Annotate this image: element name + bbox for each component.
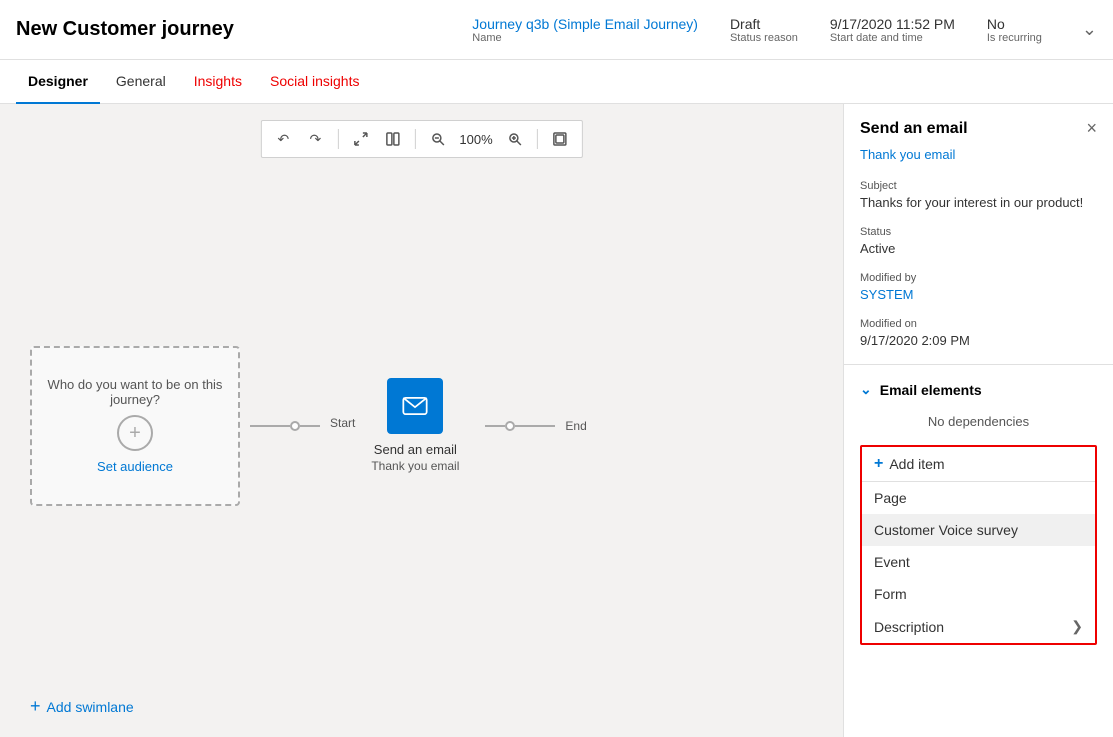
set-audience-link[interactable]: Set audience — [97, 459, 173, 474]
tab-insights[interactable]: Insights — [182, 60, 254, 104]
zoom-in-button[interactable] — [501, 125, 529, 153]
panel-subject-label: Subject — [860, 180, 1097, 192]
recurring-label: Is recurring — [987, 32, 1042, 44]
panel-modified-by-value[interactable]: SYSTEM — [860, 287, 1097, 302]
toolbar-separator-2 — [414, 129, 415, 149]
date-label: Start date and time — [830, 32, 955, 44]
tab-general[interactable]: General — [104, 60, 178, 104]
end-node: End — [565, 419, 586, 433]
tab-social-insights[interactable]: Social insights — [258, 60, 372, 104]
journey-name-value: Journey q3b (Simple Email Journey) — [472, 16, 698, 32]
audience-box[interactable]: Who do you want to be on this journey? +… — [30, 346, 240, 506]
add-audience-button[interactable]: + — [117, 415, 153, 451]
connector-line-4 — [515, 425, 555, 427]
panel-subject-value: Thanks for your interest in our product! — [860, 195, 1097, 210]
date-value: 9/17/2020 11:52 PM — [830, 16, 955, 32]
connector-dot-1 — [290, 421, 300, 431]
add-item-button[interactable]: + Add item — [862, 447, 1095, 482]
start-label: Start — [330, 416, 355, 430]
connector-2 — [485, 421, 555, 431]
dropdown-item-customer-voice-survey[interactable]: Customer Voice survey — [862, 514, 1095, 546]
connector-line-2 — [300, 425, 320, 427]
email-elements-section[interactable]: ⌄ Email elements — [844, 373, 1113, 406]
email-node-label: Send an email — [374, 442, 457, 457]
connector-line-1 — [250, 425, 290, 427]
no-dependencies-text: No dependencies — [844, 406, 1113, 437]
chevron-down-icon: ⌄ — [860, 381, 872, 398]
email-node-sublabel: Thank you email — [371, 459, 459, 473]
dropdown-item-description-label: Description — [874, 619, 944, 635]
close-icon[interactable]: × — [1086, 118, 1097, 139]
add-item-plus-icon: + — [874, 455, 883, 473]
dropdown-item-form-label: Form — [874, 586, 907, 602]
email-elements-label: Email elements — [880, 382, 982, 398]
tab-bar: Designer General Insights Social insight… — [0, 60, 1113, 104]
expand-button[interactable] — [346, 125, 374, 153]
dropdown-item-event[interactable]: Event — [862, 546, 1095, 578]
header-date: 9/17/2020 11:52 PM Start date and time — [830, 16, 955, 44]
page-title: New Customer journey — [16, 18, 234, 41]
fit-button[interactable] — [546, 125, 574, 153]
email-node[interactable]: Send an email Thank you email — [371, 378, 459, 473]
header-name: Journey q3b (Simple Email Journey) Name — [472, 16, 698, 44]
end-label: End — [565, 419, 586, 433]
canvas: ↶ ↷ — [0, 104, 843, 737]
recurring-value: No — [987, 16, 1042, 32]
main-content: ↶ ↷ — [0, 104, 1113, 737]
right-panel: Send an email × Thank you email Subject … — [843, 104, 1113, 737]
panel-header: Send an email × — [844, 104, 1113, 147]
toolbar-separator-3 — [537, 129, 538, 149]
connector-dot-2 — [505, 421, 515, 431]
panel-modified-on-field: Modified on 9/17/2020 2:09 PM — [844, 310, 1113, 356]
panel-status-value: Active — [860, 241, 1097, 256]
journey-name-label: Name — [472, 32, 698, 44]
canvas-toolbar: ↶ ↷ — [260, 120, 582, 158]
audience-text: Who do you want to be on this journey? — [32, 377, 238, 407]
panel-title: Send an email — [860, 120, 968, 138]
journey-flow: Who do you want to be on this journey? +… — [30, 174, 813, 677]
panel-modified-by-field: Modified by SYSTEM — [844, 264, 1113, 310]
toolbar-separator-1 — [337, 129, 338, 149]
email-node-group: Send an email Thank you email — [371, 378, 459, 473]
add-swimlane-button[interactable]: + Add swimlane — [30, 696, 134, 717]
header-meta: Journey q3b (Simple Email Journey) Name … — [472, 16, 1097, 44]
chevron-right-icon: ❯ — [1071, 618, 1083, 635]
dropdown-item-page[interactable]: Page — [862, 482, 1095, 514]
panel-modified-on-label: Modified on — [860, 318, 1097, 330]
tab-designer[interactable]: Designer — [16, 60, 100, 104]
panel-subject-field: Subject Thanks for your interest in our … — [844, 172, 1113, 218]
zoom-out-button[interactable] — [423, 125, 451, 153]
panel-modified-by-label: Modified by — [860, 272, 1097, 284]
undo-button[interactable]: ↶ — [269, 125, 297, 153]
split-button[interactable] — [378, 125, 406, 153]
panel-divider — [844, 364, 1113, 365]
dropdown-item-description[interactable]: Description ❯ — [862, 610, 1095, 643]
panel-status-label: Status — [860, 226, 1097, 238]
panel-modified-on-value: 9/17/2020 2:09 PM — [860, 333, 1097, 348]
header-status: Draft Status reason — [730, 16, 798, 44]
chevron-down-icon[interactable]: ⌄ — [1082, 19, 1097, 40]
status-value: Draft — [730, 16, 798, 32]
email-icon-box[interactable] — [387, 378, 443, 434]
zoom-value: 100% — [455, 132, 496, 147]
add-item-dropdown: + Add item Page Customer Voice survey Ev… — [860, 445, 1097, 645]
connector-line-3 — [485, 425, 505, 427]
dropdown-item-form[interactable]: Form — [862, 578, 1095, 610]
panel-email-link[interactable]: Thank you email — [844, 147, 1113, 172]
header-recurring: No Is recurring — [987, 16, 1042, 44]
add-swimlane-label: Add swimlane — [47, 699, 134, 715]
start-node: Start — [330, 416, 355, 436]
status-label: Status reason — [730, 32, 798, 44]
header: New Customer journey Journey q3b (Simple… — [0, 0, 1113, 60]
add-item-label: Add item — [889, 456, 944, 472]
add-swimlane-plus-icon: + — [30, 696, 41, 717]
connector-1 — [250, 421, 320, 431]
panel-status-field: Status Active — [844, 218, 1113, 264]
redo-button[interactable]: ↷ — [301, 125, 329, 153]
